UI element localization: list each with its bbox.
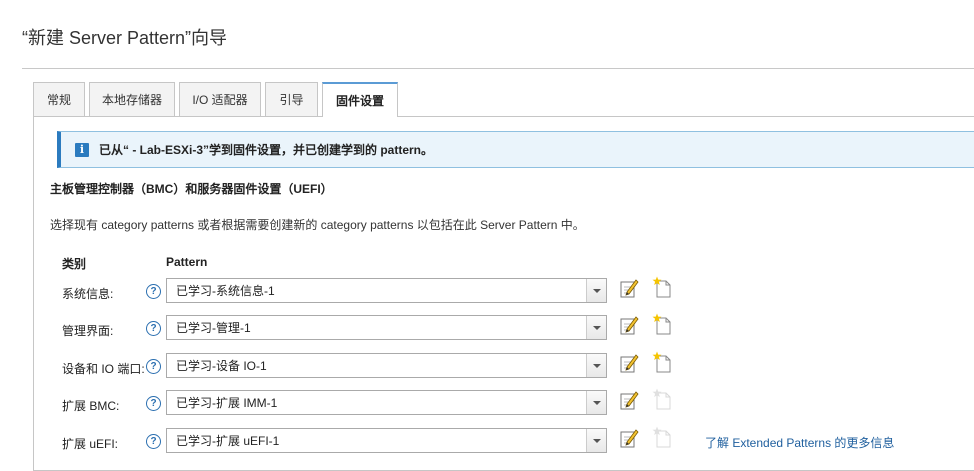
section-description: 选择现有 category patterns 或者根据需要创建新的 catego… [50, 218, 585, 232]
pencil-edit-icon[interactable] [619, 277, 639, 299]
help-icon[interactable]: ? [146, 396, 161, 411]
tab-io-adapters[interactable]: I/O 适配器 [179, 82, 261, 116]
pencil-edit-icon[interactable] [619, 314, 639, 336]
tab-general[interactable]: 常规 [33, 82, 85, 116]
help-icon[interactable]: ? [146, 434, 161, 449]
tab-firmware-settings[interactable]: 固件设置 [322, 82, 398, 117]
row-label-devices-io-ports: 设备和 IO 端口: [62, 362, 145, 376]
select-extended-uefi[interactable]: 已学习-扩展 uEFI-1 [166, 428, 607, 453]
select-value: 已学习-扩展 uEFI-1 [176, 434, 280, 448]
wizard-tabs: 常规 本地存储器 I/O 适配器 引导 固件设置 [33, 82, 402, 117]
help-icon[interactable]: ? [146, 359, 161, 374]
new-document-disabled-icon [652, 388, 671, 410]
pencil-edit-icon[interactable] [619, 427, 639, 449]
select-extended-bmc[interactable]: 已学习-扩展 IMM-1 [166, 390, 607, 415]
select-value: 已学习-系统信息-1 [176, 284, 275, 298]
info-icon: i [75, 142, 89, 157]
row-label-system-info: 系统信息: [62, 287, 114, 301]
pencil-edit-icon[interactable] [619, 352, 639, 374]
pencil-edit-icon[interactable] [619, 389, 639, 411]
row-label-management-interface: 管理界面: [62, 324, 114, 338]
row-label-extended-bmc: 扩展 BMC: [62, 399, 120, 413]
chevron-down-icon[interactable] [586, 316, 606, 339]
section-title: 主板管理控制器（BMC）和服务器固件设置（UEFI） [50, 182, 333, 196]
column-header-category: 类别 [62, 257, 87, 271]
chevron-down-icon[interactable] [586, 354, 606, 377]
help-icon[interactable]: ? [146, 321, 161, 336]
select-value: 已学习-管理-1 [176, 321, 251, 335]
chevron-down-icon[interactable] [586, 279, 606, 302]
help-icon[interactable]: ? [146, 284, 161, 299]
tab-local-storage[interactable]: 本地存储器 [89, 82, 175, 116]
column-header-pattern: Pattern [166, 255, 208, 269]
wizard-title: “新建 Server Pattern”向导 [22, 28, 228, 48]
new-document-icon[interactable] [652, 313, 672, 335]
select-devices-io-ports[interactable]: 已学习-设备 IO-1 [166, 353, 607, 378]
chevron-down-icon[interactable] [586, 429, 606, 452]
info-message: 已从“ - Lab-ESXi-3”学到固件设置，并已创建学到的 pattern。 [99, 143, 434, 157]
title-divider [22, 68, 974, 69]
select-value: 已学习-设备 IO-1 [176, 359, 267, 373]
select-system-info[interactable]: 已学习-系统信息-1 [166, 278, 607, 303]
info-banner: i 已从“ - Lab-ESXi-3”学到固件设置，并已创建学到的 patter… [57, 131, 974, 168]
new-document-disabled-icon [652, 426, 671, 448]
extended-patterns-link[interactable]: 了解 Extended Patterns 的更多信息 [705, 434, 894, 451]
chevron-down-icon[interactable] [586, 391, 606, 414]
row-label-extended-uefi: 扩展 uEFI: [62, 437, 119, 451]
new-document-icon[interactable] [652, 276, 672, 298]
new-document-icon[interactable] [652, 351, 672, 373]
select-value: 已学习-扩展 IMM-1 [176, 396, 278, 410]
tab-boot[interactable]: 引导 [265, 82, 318, 116]
select-management-interface[interactable]: 已学习-管理-1 [166, 315, 607, 340]
